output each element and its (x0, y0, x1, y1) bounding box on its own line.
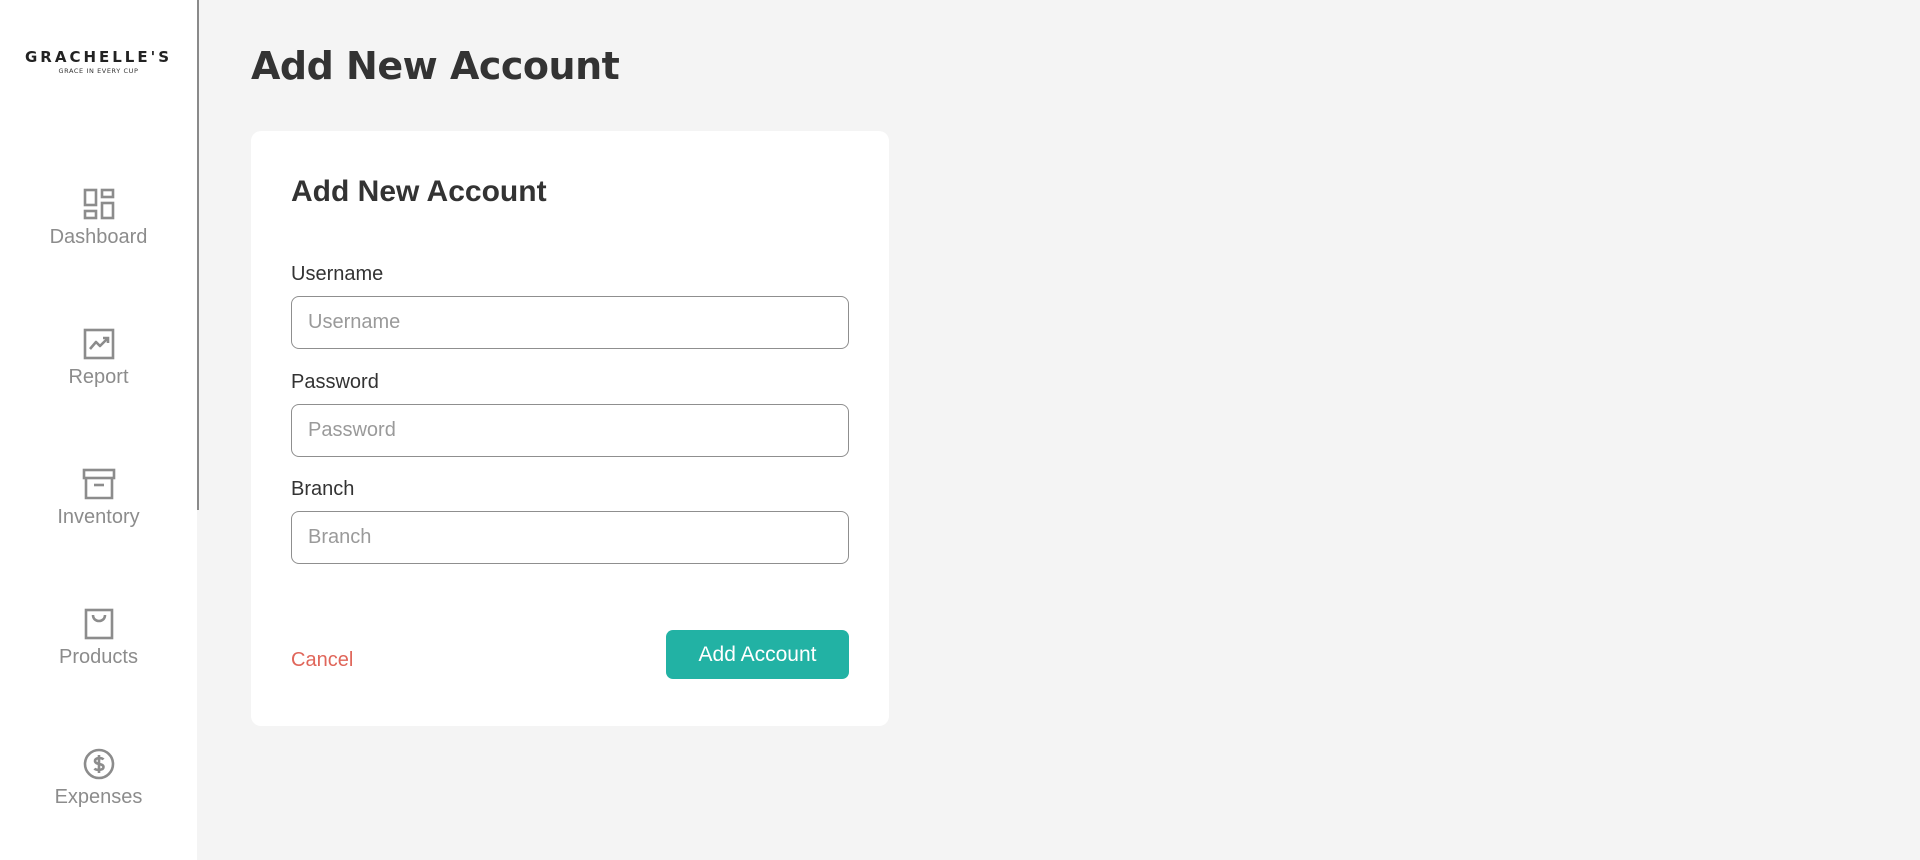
sidebar: GRACHELLE'S GRACE IN EVERY CUP Dashboard… (0, 0, 197, 860)
sidebar-item-products[interactable]: Products (0, 606, 197, 696)
archive-box-icon (81, 466, 117, 502)
form-title: Add New Account (291, 175, 547, 208)
username-label: Username (291, 263, 384, 285)
branch-label: Branch (291, 478, 355, 500)
sidebar-item-label: Inventory (57, 506, 140, 528)
sidebar-item-report[interactable]: Report (0, 326, 197, 416)
sidebar-item-inventory[interactable]: Inventory (0, 466, 197, 556)
sidebar-divider (197, 0, 199, 510)
sidebar-item-dashboard[interactable]: Dashboard (0, 186, 197, 276)
username-input[interactable] (291, 296, 849, 349)
sidebar-item-label: Products (59, 646, 138, 668)
branch-input[interactable] (291, 511, 849, 564)
brand-name: GRACHELLE'S (24, 48, 173, 66)
sidebar-item-expenses[interactable]: Expenses (0, 746, 197, 836)
password-input[interactable] (291, 404, 849, 457)
dollar-circle-icon (81, 746, 117, 782)
dashboard-icon (81, 186, 117, 222)
sidebar-item-label: Report (68, 366, 129, 388)
password-label: Password (291, 371, 379, 393)
cancel-button[interactable]: Cancel (291, 649, 353, 672)
trending-chart-icon (81, 326, 117, 362)
page-title: Add New Account (251, 44, 620, 88)
brand-logo[interactable]: GRACHELLE'S GRACE IN EVERY CUP (0, 48, 197, 75)
add-account-button[interactable]: Add Account (666, 630, 849, 679)
sidebar-item-label: Expenses (54, 786, 143, 808)
add-account-card: Add New Account Username Password Branch… (251, 131, 889, 726)
sidebar-item-label: Dashboard (49, 226, 148, 248)
shopping-bag-icon (81, 606, 117, 642)
brand-tagline: GRACE IN EVERY CUP (58, 67, 139, 75)
